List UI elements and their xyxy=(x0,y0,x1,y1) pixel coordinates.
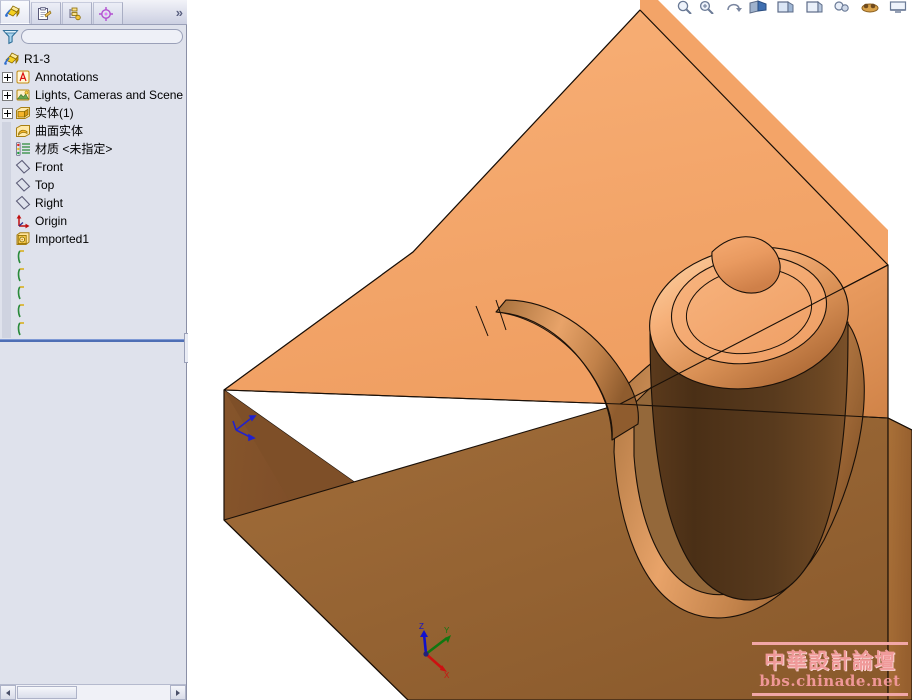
section-view-icon[interactable] xyxy=(748,0,768,14)
tree-node-lights-cameras-and-scene[interactable]: Lights, Cameras and Scene xyxy=(0,86,186,104)
sketch-icon xyxy=(17,250,24,264)
magnifier-fit-icon[interactable] xyxy=(674,0,694,14)
triad-z-label: Z xyxy=(419,622,424,631)
scroll-track[interactable] xyxy=(16,685,170,700)
tree-node-[interactable]: 材质 <未指定> xyxy=(0,140,186,158)
tree-node-annotations[interactable]: Annotations xyxy=(0,68,186,86)
tree-connector xyxy=(2,122,11,140)
tree-node-1[interactable]: 实体(1) xyxy=(0,104,186,122)
tree-node-partial[interactable] xyxy=(0,284,186,302)
tree-expander-plus-icon[interactable] xyxy=(2,71,13,83)
tab-configuration-manager[interactable] xyxy=(62,2,92,24)
tree-node-label: Top xyxy=(35,178,55,192)
surface-bodies-icon xyxy=(16,125,30,137)
tree-connector xyxy=(2,248,11,266)
tree-connector xyxy=(2,212,11,230)
feature-tree[interactable]: R1-3 Annotations Lights, Cameras and Scene… xyxy=(0,50,186,339)
scroll-right-button[interactable] xyxy=(170,685,186,700)
hide-show-icon[interactable] xyxy=(832,0,852,14)
tree-filter-input[interactable] xyxy=(21,29,183,44)
tree-filter-row xyxy=(0,26,187,47)
forum-watermark: 中華設計論壇 bbs.chinade.net xyxy=(752,642,908,696)
tree-node-label: 材质 <未指定> xyxy=(35,142,113,156)
tree-node-label: Front xyxy=(35,160,64,174)
triad-x-label: X xyxy=(444,671,450,678)
tree-node-label: Lights, Cameras and Scene xyxy=(35,88,184,102)
cad-model-3d xyxy=(223,0,912,700)
feature-tree-icon xyxy=(5,5,20,18)
tree-node-[interactable]: 曲面实体 xyxy=(0,122,186,140)
scroll-thumb[interactable] xyxy=(17,686,77,699)
graphics-viewport[interactable]: Z Y X 中華設計論壇 bbs.chinade.net xyxy=(188,0,912,700)
tree-node-partial[interactable] xyxy=(0,320,186,338)
display-style-icon[interactable] xyxy=(804,0,824,14)
imported-icon xyxy=(16,232,30,245)
tree-node-imported1[interactable]: Imported1 xyxy=(0,230,186,248)
plane-icon xyxy=(15,159,31,174)
origin-icon xyxy=(16,214,30,229)
lights-icon xyxy=(16,89,30,101)
property-clipboard-icon xyxy=(38,6,52,20)
watermark-title: 中華設計論壇 xyxy=(764,648,896,673)
tree-node-partial[interactable] xyxy=(0,248,186,266)
tree-node-label: 曲面实体 xyxy=(35,124,84,138)
tree-node-label: Origin xyxy=(35,214,68,228)
sketch-icon xyxy=(17,286,24,300)
coordinate-triad: Z Y X xyxy=(419,622,451,678)
sketch-icon xyxy=(17,304,24,318)
tree-node-partial[interactable] xyxy=(0,302,186,320)
filter-funnel-icon[interactable] xyxy=(2,28,19,45)
tree-expander-plus-icon[interactable] xyxy=(2,89,13,101)
tree-connector xyxy=(2,158,11,176)
tree-node-label: Right xyxy=(35,196,64,210)
application-window: » R1-3 Annotations Lights, Cameras and Sce… xyxy=(0,0,912,700)
tree-connector xyxy=(2,320,11,338)
view-toolbar xyxy=(612,0,912,14)
tree-node-top[interactable]: Top xyxy=(0,176,186,194)
configuration-icon xyxy=(69,7,81,20)
feature-manager-panel: » R1-3 Annotations Lights, Cameras and Sce… xyxy=(0,0,187,700)
panel-horizontal-scrollbar[interactable] xyxy=(0,684,186,700)
previous-view-icon[interactable] xyxy=(725,0,745,14)
manager-tab-strip: » xyxy=(0,0,187,25)
magnifier-area-icon[interactable] xyxy=(697,0,717,14)
display-target-icon xyxy=(99,6,113,21)
appearance-icon[interactable] xyxy=(860,0,880,14)
material-icon xyxy=(16,142,30,156)
tab-property-manager[interactable] xyxy=(31,2,61,24)
sketch-icon xyxy=(17,268,24,282)
part-icon xyxy=(4,52,19,65)
tab-display-manager[interactable] xyxy=(93,2,123,24)
panel-lower-pane xyxy=(0,342,186,680)
annotations-icon xyxy=(16,70,30,84)
tree-node-label: Annotations xyxy=(35,70,99,84)
tree-expander-plus-icon[interactable] xyxy=(2,107,13,119)
plane-icon xyxy=(15,195,31,210)
tree-connector xyxy=(2,302,11,320)
scene-icon[interactable] xyxy=(888,0,908,14)
triad-y-label: Y xyxy=(444,626,450,635)
tree-node-right[interactable]: Right xyxy=(0,194,186,212)
scroll-left-button[interactable] xyxy=(0,685,16,700)
tree-node-origin[interactable]: Origin xyxy=(0,212,186,230)
tree-node-label: 实体(1) xyxy=(35,106,74,120)
tree-node-label: Imported1 xyxy=(35,232,90,246)
watermark-url: bbs.chinade.net xyxy=(759,671,901,690)
tree-node-r1-3[interactable]: R1-3 xyxy=(0,50,186,68)
tree-connector xyxy=(2,266,11,284)
solid-bodies-icon xyxy=(16,107,30,119)
sketch-icon xyxy=(17,322,24,336)
view-orientation-icon[interactable] xyxy=(776,0,796,14)
tab-overflow-chevron[interactable]: » xyxy=(176,5,183,20)
tree-connector xyxy=(2,230,11,248)
tab-feature-manager[interactable] xyxy=(0,0,30,24)
tree-connector xyxy=(2,194,11,212)
tree-node-front[interactable]: Front xyxy=(0,158,186,176)
tree-connector xyxy=(2,284,11,302)
plane-icon xyxy=(15,177,31,192)
tree-connector xyxy=(2,140,11,158)
tree-node-label: R1-3 xyxy=(24,52,51,66)
tree-connector xyxy=(2,176,11,194)
tree-node-partial[interactable] xyxy=(0,266,186,284)
